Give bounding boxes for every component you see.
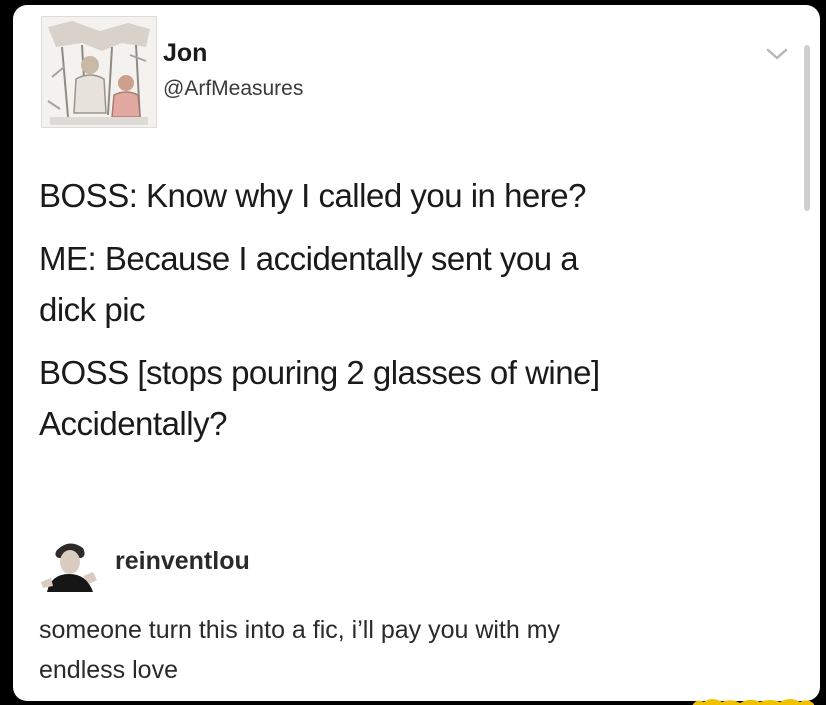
post-text-line: BOSS: Know why I called you in here? [39, 177, 586, 214]
reply-text-line: someone turn this into a fic, i’ll pay y… [39, 616, 561, 644]
watermark-logo [688, 693, 818, 705]
reply-avatar[interactable] [39, 536, 99, 594]
post-text-line: dick pic [39, 291, 146, 328]
post-text-line: BOSS [stops pouring 2 glasses of wine] [39, 354, 600, 391]
post-text-line: ME: Because I accidentally sent you a [39, 240, 579, 277]
chevron-down-icon[interactable] [765, 45, 789, 63]
scrollbar[interactable] [804, 45, 810, 211]
post-text-line: Accidentally? [39, 405, 227, 442]
reply-text: someone turn this into a fic, i’ll pay y… [39, 610, 799, 690]
author-name[interactable]: Jon [163, 39, 207, 68]
profile-photo-icon [42, 17, 156, 127]
author-avatar[interactable] [41, 16, 157, 128]
profile-photo-icon [39, 536, 99, 594]
post-card: Jon @ArfMeasures BOSS: Know why I called… [13, 5, 820, 701]
watermark-logo-icon [692, 699, 814, 705]
author-handle[interactable]: @ArfMeasures [163, 77, 303, 101]
post-text: BOSS: Know why I called you in here? ME:… [39, 170, 779, 449]
reply-username[interactable]: reinventlou [115, 547, 250, 576]
reply-text-line: endless love [39, 656, 178, 684]
